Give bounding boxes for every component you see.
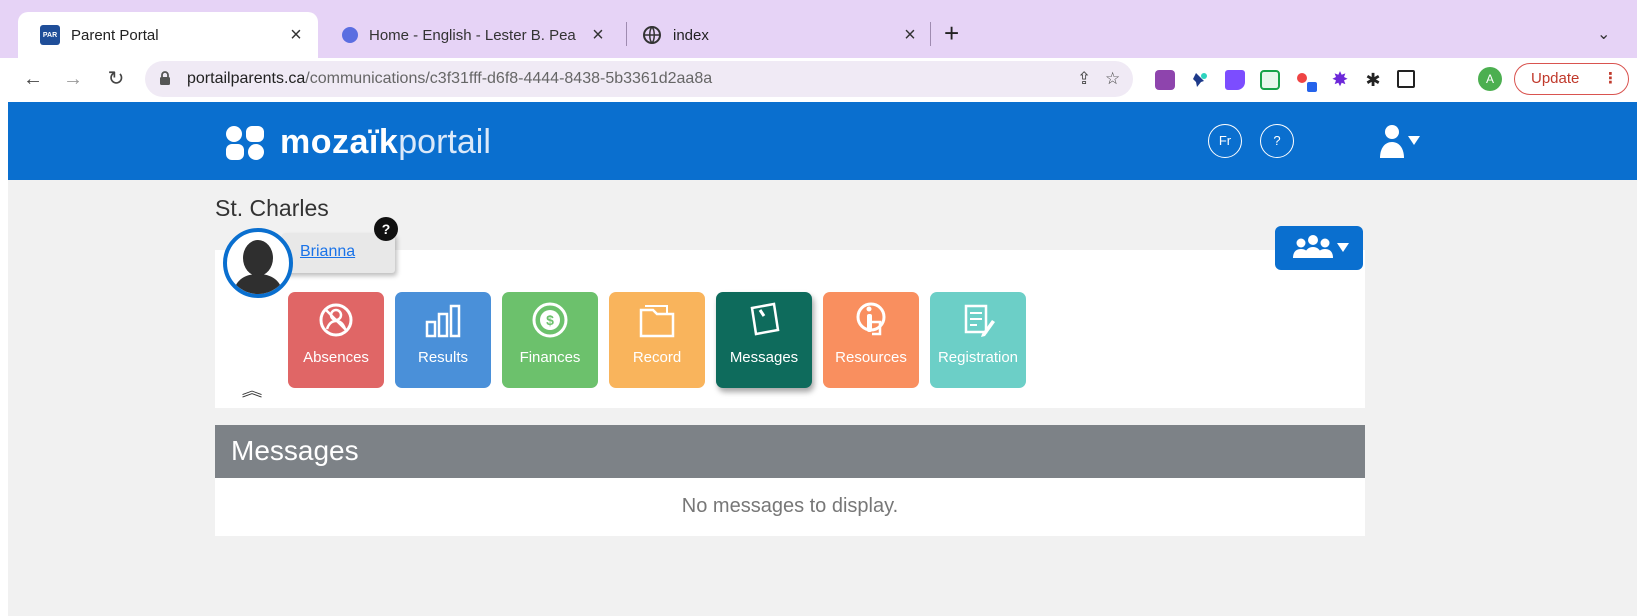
user-menu-button[interactable] [1378,124,1426,160]
tile-label: Results [417,349,469,366]
extension-pin-icon[interactable] [1190,70,1210,90]
tab-title: Parent Portal [71,26,159,44]
more-menu-icon: ⋮ [1603,70,1618,87]
tile-messages[interactable]: Messages [716,292,812,388]
share-icon[interactable]: ⇪ [1077,69,1091,89]
lock-icon [160,71,170,85]
registration-form-icon [964,304,995,337]
extension-note-icon[interactable] [1225,70,1245,90]
student-help-badge-icon[interactable]: ? [374,217,398,241]
messages-title: Messages [231,435,359,466]
tile-label: Finances [519,349,581,366]
tab-separator [930,22,931,46]
url-path: /communications/c3f31fff-d6f8-4444-8438-… [305,70,713,87]
tab-title: Home - English - Lester B. Pea [369,26,576,44]
tab-close-icon[interactable]: × [286,24,306,47]
messages-list: No messages to display. [215,478,1365,536]
logo-text-light: portail [398,122,491,161]
extension-cast-icon[interactable] [1295,70,1317,92]
student-avatar[interactable] [223,228,293,298]
group-people-icon [1293,235,1349,258]
tile-label: Registration [937,349,1019,366]
tab-search-chevron-icon[interactable]: ⌄ [1597,24,1610,44]
help-button[interactable]: ? [1260,124,1294,158]
profile-avatar[interactable]: A [1478,67,1502,91]
portal-header: mozaïk portail Fr ? [8,102,1637,180]
tab-close-icon[interactable]: × [588,24,608,47]
student-name-link[interactable]: Brianna [300,243,355,261]
tab-index[interactable]: index × [632,12,932,58]
folder-icon [639,305,675,338]
tab-home-english[interactable]: Home - English - Lester B. Pea × [330,12,620,58]
messages-header: Messages [215,425,1365,478]
globe-icon [642,25,662,45]
tile-label: Resources [835,349,907,366]
browser-tab-strip: PAR Parent Portal × Home - English - Les… [0,0,1637,58]
school-name: St. Charles [215,195,329,221]
back-arrow-icon[interactable]: ← [20,66,46,92]
tab-title: index [673,26,709,44]
forward-arrow-icon[interactable]: → [60,66,86,92]
user-silhouette-icon [1380,125,1420,158]
browser-toolbar: ← → ↻ portailparents.ca/communications/c… [0,58,1637,102]
tile-label: Messages [729,349,799,366]
results-chart-icon [425,304,461,338]
student-selector[interactable]: Brianna [282,233,395,273]
logo-text-bold: mozaïk [280,122,399,161]
address-bar[interactable]: portailparents.ca/communications/c3f31ff… [145,61,1133,97]
page-body: St. Charles Brianna ? ︽ Absences Results… [8,180,1637,616]
mozaik-logo-mark-icon [226,122,268,162]
side-panel-icon[interactable] [1397,70,1415,88]
extension-puzzle-purple-icon[interactable] [1155,70,1175,90]
student-silhouette-icon [233,240,283,294]
language-toggle-button[interactable]: Fr [1208,124,1242,158]
extensions-puzzle-icon[interactable]: ✱ [1363,70,1383,90]
update-label: Update [1531,70,1580,87]
reload-icon[interactable]: ↻ [103,66,129,92]
extension-screen-icon[interactable] [1260,70,1280,90]
absences-icon [319,303,353,337]
parent-portal-favicon-icon: PAR [40,25,60,45]
message-note-icon [750,302,780,336]
tile-resources[interactable]: Resources [823,292,919,388]
collapse-chevron-icon[interactable]: ︽ [242,377,263,401]
extension-gear-icon[interactable]: ✸ [1330,70,1350,90]
tile-record[interactable]: Record [609,292,705,388]
tile-finances[interactable]: $ Finances [502,292,598,388]
mozaik-portail-logo[interactable]: mozaïk portail [226,122,491,162]
url-host: portailparents.ca [187,70,306,87]
new-tab-plus-icon[interactable]: + [944,20,959,46]
tile-label: Absences [303,349,369,366]
family-switch-button[interactable] [1275,226,1363,270]
tile-absences[interactable]: Absences [288,292,384,388]
tile-registration[interactable]: Registration [930,292,1026,388]
update-button[interactable]: Update ⋮ [1514,63,1629,95]
tab-close-icon[interactable]: × [900,24,920,47]
tile-results[interactable]: Results [395,292,491,388]
svg-text:$: $ [546,312,554,328]
tile-label: Record [632,349,682,366]
bookmark-star-icon[interactable]: ☆ [1105,69,1120,89]
tab-separator [626,22,627,46]
school-favicon-icon [342,27,358,43]
resources-icon [856,302,886,336]
url-text[interactable]: portailparents.ca/communications/c3f31ff… [187,70,712,88]
tab-parent-portal[interactable]: PAR Parent Portal × [18,12,318,58]
empty-messages-text: No messages to display. [681,495,899,517]
dollar-coin-icon: $ [532,302,568,338]
